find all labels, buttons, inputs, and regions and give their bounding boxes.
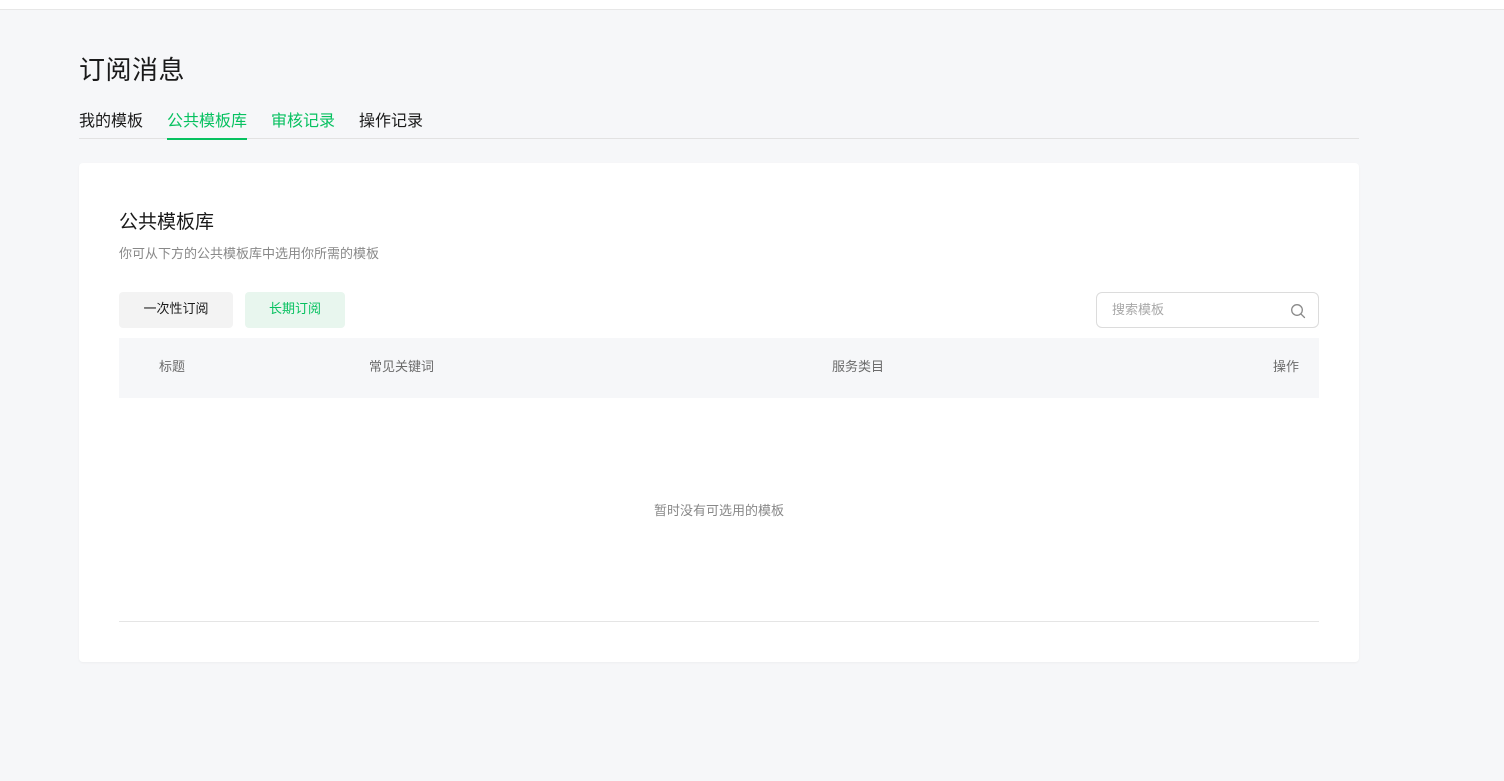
search-input[interactable] <box>1112 293 1282 327</box>
one-time-subscription-button[interactable]: 一次性订阅 <box>119 292 233 328</box>
tab-public-template-library[interactable]: 公共模板库 <box>167 108 248 140</box>
table-bottom-divider <box>119 621 1319 622</box>
tab-bar: 我的模板 公共模板库 审核记录 操作记录 <box>79 108 1359 140</box>
search-box <box>1096 292 1319 328</box>
long-term-subscription-button[interactable]: 长期订阅 <box>245 292 345 328</box>
empty-state-text: 暂时没有可选用的模板 <box>653 504 784 519</box>
page-title: 订阅消息 <box>79 56 186 86</box>
search-icon[interactable] <box>1290 303 1306 319</box>
card-title: 公共模板库 <box>119 211 215 233</box>
card-description: 你可从下方的公共模板库中选用你所需的模板 <box>119 247 380 262</box>
tab-my-templates[interactable]: 我的模板 <box>79 108 143 139</box>
column-header-action: 操作 <box>1272 360 1299 375</box>
column-header-keywords: 常见关键词 <box>369 360 435 375</box>
tab-operation-records[interactable]: 操作记录 <box>359 108 423 139</box>
top-bar <box>0 0 1504 10</box>
column-header-service-category: 服务类目 <box>832 360 885 375</box>
column-header-title: 标题 <box>159 360 186 375</box>
template-library-card: 公共模板库 你可从下方的公共模板库中选用你所需的模板 一次性订阅 长期订阅 标题… <box>79 163 1359 662</box>
tab-review-records[interactable]: 审核记录 <box>271 108 335 139</box>
table-header: 标题 常见关键词 服务类目 操作 <box>119 338 1319 398</box>
